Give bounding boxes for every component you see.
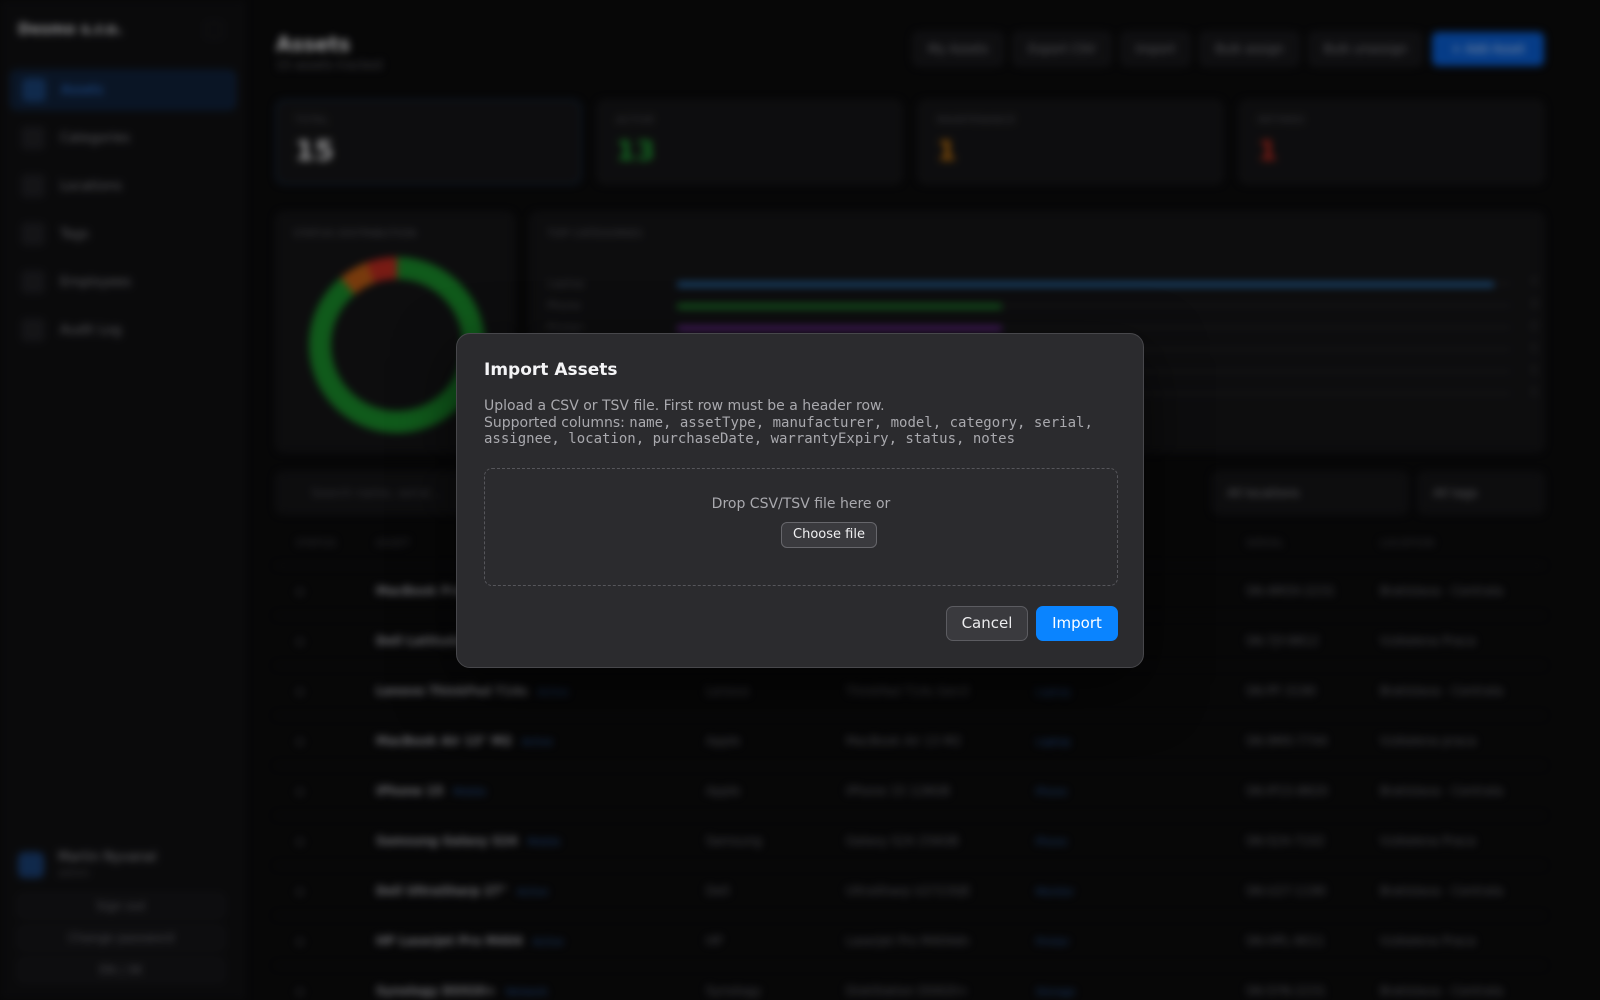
dropzone-text: Drop CSV/TSV file here or [711,496,891,512]
cancel-button[interactable]: Cancel [946,606,1028,641]
dialog-description: Upload a CSV or TSV file. First row must… [484,398,1124,448]
file-dropzone[interactable]: Drop CSV/TSV file here or Choose file [484,468,1118,586]
choose-file-button[interactable]: Choose file [781,522,877,548]
import-assets-dialog: Import Assets Upload a CSV or TSV file. … [456,333,1144,668]
dialog-title: Import Assets [484,360,618,380]
description-line: Upload a CSV or TSV file. First row must… [484,398,885,414]
supported-columns: Supported columns: name, assetType, manu… [484,415,1124,448]
import-submit-button[interactable]: Import [1036,606,1118,641]
supported-columns-label: Supported columns: [484,414,630,431]
